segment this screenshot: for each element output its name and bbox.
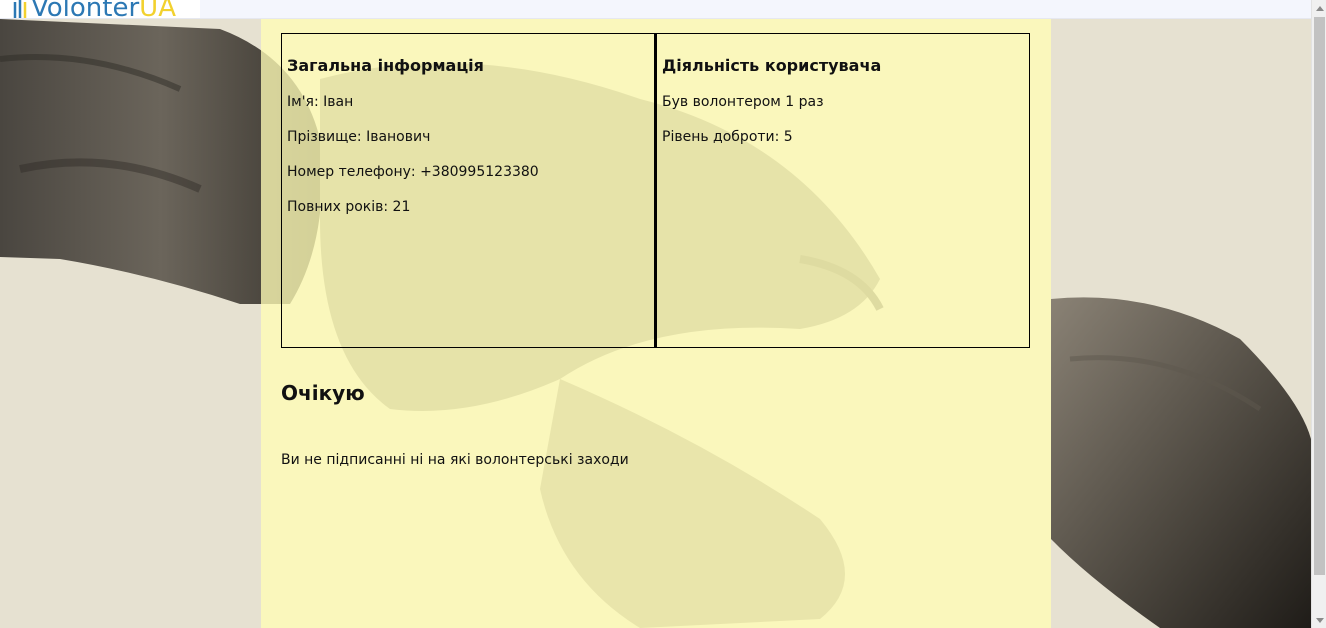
first-name-text: Ім'я: Іван: [287, 94, 354, 110]
general-info-card: Загальна інформація Ім'я: Іван Прізвище:…: [281, 33, 655, 348]
logo-text-main: Volonter: [31, 0, 140, 19]
general-info-title: Загальна інформація: [287, 56, 484, 75]
activity-card: Діяльність користувача Був волонтером 1 …: [655, 33, 1030, 348]
activity-title: Діяльність користувача: [662, 56, 882, 75]
kindness-level-text: Рівень доброти: 5: [662, 129, 793, 145]
pending-section-title: Очікую: [281, 381, 365, 405]
volunteer-count-text: Був волонтером 1 раз: [662, 94, 824, 110]
age-text: Повних років: 21: [287, 199, 411, 215]
scroll-up-arrow-icon[interactable]: [1312, 0, 1326, 16]
scrollbar-thumb[interactable]: [1314, 17, 1325, 575]
vertical-scrollbar[interactable]: [1311, 0, 1326, 628]
profile-cards: Загальна інформація Ім'я: Іван Прізвище:…: [281, 33, 1030, 348]
site-logo[interactable]: Volonter UA: [12, 0, 176, 19]
top-header: Volonter UA: [0, 0, 1311, 19]
last-name-text: Прізвище: Іванович: [287, 129, 431, 145]
phone-text: Номер телефону: +380995123380: [287, 164, 539, 180]
logo-text-accent: UA: [139, 0, 176, 19]
logo-hand-icon: [13, 0, 27, 18]
scroll-down-arrow-icon[interactable]: [1312, 612, 1326, 628]
profile-panel: Загальна інформація Ім'я: Іван Прізвище:…: [261, 19, 1051, 628]
pending-empty-message: Ви не підписанні ні на які волонтерські …: [281, 452, 629, 468]
